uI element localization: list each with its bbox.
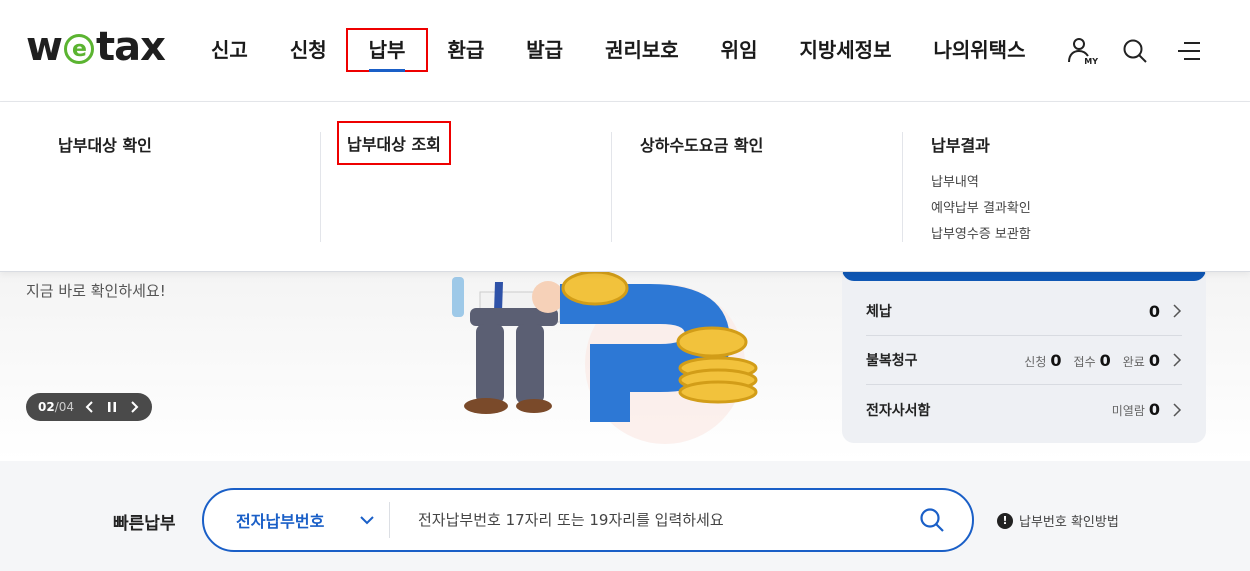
global-nav: 신고 신청 납부 환급 발급 권리보호 위임 지방세정보 나의위택스	[190, 28, 1046, 72]
logo-text-w: w	[26, 24, 63, 70]
payment-number-input[interactable]	[390, 500, 902, 540]
status-count: 0	[1148, 301, 1160, 321]
status-sub-label: 접수	[1073, 354, 1096, 369]
mega-col-check: 납부대상 확인	[58, 132, 152, 242]
status-sub-label: 완료	[1122, 354, 1145, 369]
status-label: 전자사서함	[866, 402, 931, 419]
status-label: 불복청구	[866, 353, 918, 369]
chevron-right-icon	[1173, 402, 1182, 417]
chevron-down-icon	[360, 516, 374, 525]
nav-item-rights[interactable]: 권리보호	[584, 30, 700, 70]
nav-label: 환급	[447, 38, 485, 62]
chevron-right-icon	[1173, 304, 1182, 318]
mega-sub-item-scheduled-result[interactable]: 예약납부 결과확인	[931, 196, 1031, 222]
hamburger-menu-icon[interactable]	[1174, 36, 1204, 66]
status-row-arrears[interactable]: 체납 0	[866, 287, 1182, 336]
nav-label: 지방세정보	[799, 38, 892, 62]
nav-item-report[interactable]: 신고	[190, 30, 269, 70]
status-label: 체납	[866, 304, 892, 320]
nav-label: 발급	[526, 38, 564, 62]
status-count: 0	[1148, 350, 1160, 370]
status-count: 0	[1099, 350, 1111, 370]
nav-item-local-tax-info[interactable]: 지방세정보	[778, 30, 912, 70]
active-underline	[369, 69, 406, 72]
slide-pager: 02/04	[38, 400, 74, 414]
wetax-logo[interactable]: w e tax	[26, 24, 166, 70]
nav-item-apply[interactable]: 신청	[269, 30, 348, 70]
mega-title-payment-result[interactable]: 납부결과	[931, 132, 990, 156]
hero-subtext: 지금 바로 확인하세요!	[26, 282, 166, 300]
site-header: w e tax 신고 신청 납부 환급 발급 권리보호 위임 지방세정보 나의위택스…	[0, 0, 1250, 102]
mega-col-water: 상하수도요금 확인	[640, 132, 763, 242]
quick-pay-section: 빠른납부 전자납부번호 ! 납부번호 확인방법	[0, 461, 1250, 571]
payment-mega-menu: 납부대상 확인 납부대상 조회 상하수도요금 확인 납부결과 납부내역 예약납부…	[0, 102, 1250, 272]
hero-illustration	[430, 272, 790, 461]
status-count: 0	[1050, 350, 1062, 370]
quick-pay-search-box: 전자납부번호	[202, 488, 974, 552]
info-icon: !	[997, 512, 1013, 529]
nav-item-issue[interactable]: 발급	[505, 30, 584, 70]
payment-number-help-link[interactable]: ! 납부번호 확인방법	[997, 511, 1119, 530]
chevron-right-icon[interactable]	[128, 400, 140, 414]
mega-sub-item-history[interactable]: 납부내역	[931, 170, 1031, 196]
nav-item-payment[interactable]: 납부	[345, 28, 429, 72]
nav-label: 나의위택스	[933, 38, 1026, 62]
logo-text-tax: tax	[95, 24, 166, 70]
status-row-appeal[interactable]: 불복청구 신청 0 접수 0 완료 0	[866, 336, 1182, 385]
search-icon[interactable]	[902, 500, 962, 540]
logo-e-circle: e	[63, 34, 94, 64]
mega-divider	[611, 132, 612, 242]
nav-item-delegate[interactable]: 위임	[700, 30, 779, 70]
mega-title-check-target[interactable]: 납부대상 확인	[58, 132, 152, 156]
user-my-icon[interactable]: MY	[1066, 36, 1098, 66]
header-utility: MY	[1066, 36, 1204, 66]
quick-pay-label: 빠른납부	[113, 514, 176, 534]
mega-title-inquiry-target[interactable]: 납부대상 조회	[337, 121, 451, 165]
nav-label: 위임	[720, 38, 758, 62]
nav-label: 납부	[368, 38, 406, 62]
mega-divider	[902, 132, 903, 242]
search-icon[interactable]	[1120, 36, 1150, 66]
my-badge: MY	[1084, 57, 1098, 66]
mega-col-result: 납부결과 납부내역 예약납부 결과확인 납부영수증 보관함	[931, 132, 1031, 242]
nav-item-refund[interactable]: 환급	[426, 30, 505, 70]
pause-icon[interactable]	[106, 400, 118, 414]
chevron-left-icon[interactable]	[84, 400, 96, 414]
pager-total: 04	[58, 400, 75, 414]
mega-sub-item-receipt-box[interactable]: 납부영수증 보관함	[931, 222, 1031, 248]
nav-label: 신청	[289, 38, 327, 62]
status-sub-label: 신청	[1024, 354, 1047, 369]
select-value: 전자납부번호	[236, 512, 325, 531]
status-sub-label: 미열람	[1111, 404, 1145, 418]
status-count: 0	[1148, 400, 1160, 419]
status-row-mailbox[interactable]: 전자사서함 미열람 0	[866, 385, 1182, 434]
chevron-right-icon	[1173, 353, 1182, 367]
mega-sub-list: 납부내역 예약납부 결과확인 납부영수증 보관함	[931, 170, 1031, 248]
mega-title-water-bill[interactable]: 상하수도요금 확인	[640, 132, 763, 156]
mega-divider	[320, 132, 321, 242]
nav-item-my-wetax[interactable]: 나의위택스	[912, 30, 1046, 70]
my-status-card: 체납 0 불복청구 신청 0 접수 0 완료 0 전자사서함 미열람 0	[842, 265, 1206, 443]
nav-label: 신고	[211, 38, 248, 62]
nav-label: 권리보호	[605, 38, 679, 62]
mega-col-inquiry: 납부대상 조회	[337, 121, 451, 242]
help-text: 납부번호 확인방법	[1019, 515, 1119, 530]
pager-current: 02	[38, 400, 55, 414]
hero-slider-control: 02/04	[26, 393, 152, 421]
payment-type-select[interactable]: 전자납부번호	[204, 502, 390, 538]
